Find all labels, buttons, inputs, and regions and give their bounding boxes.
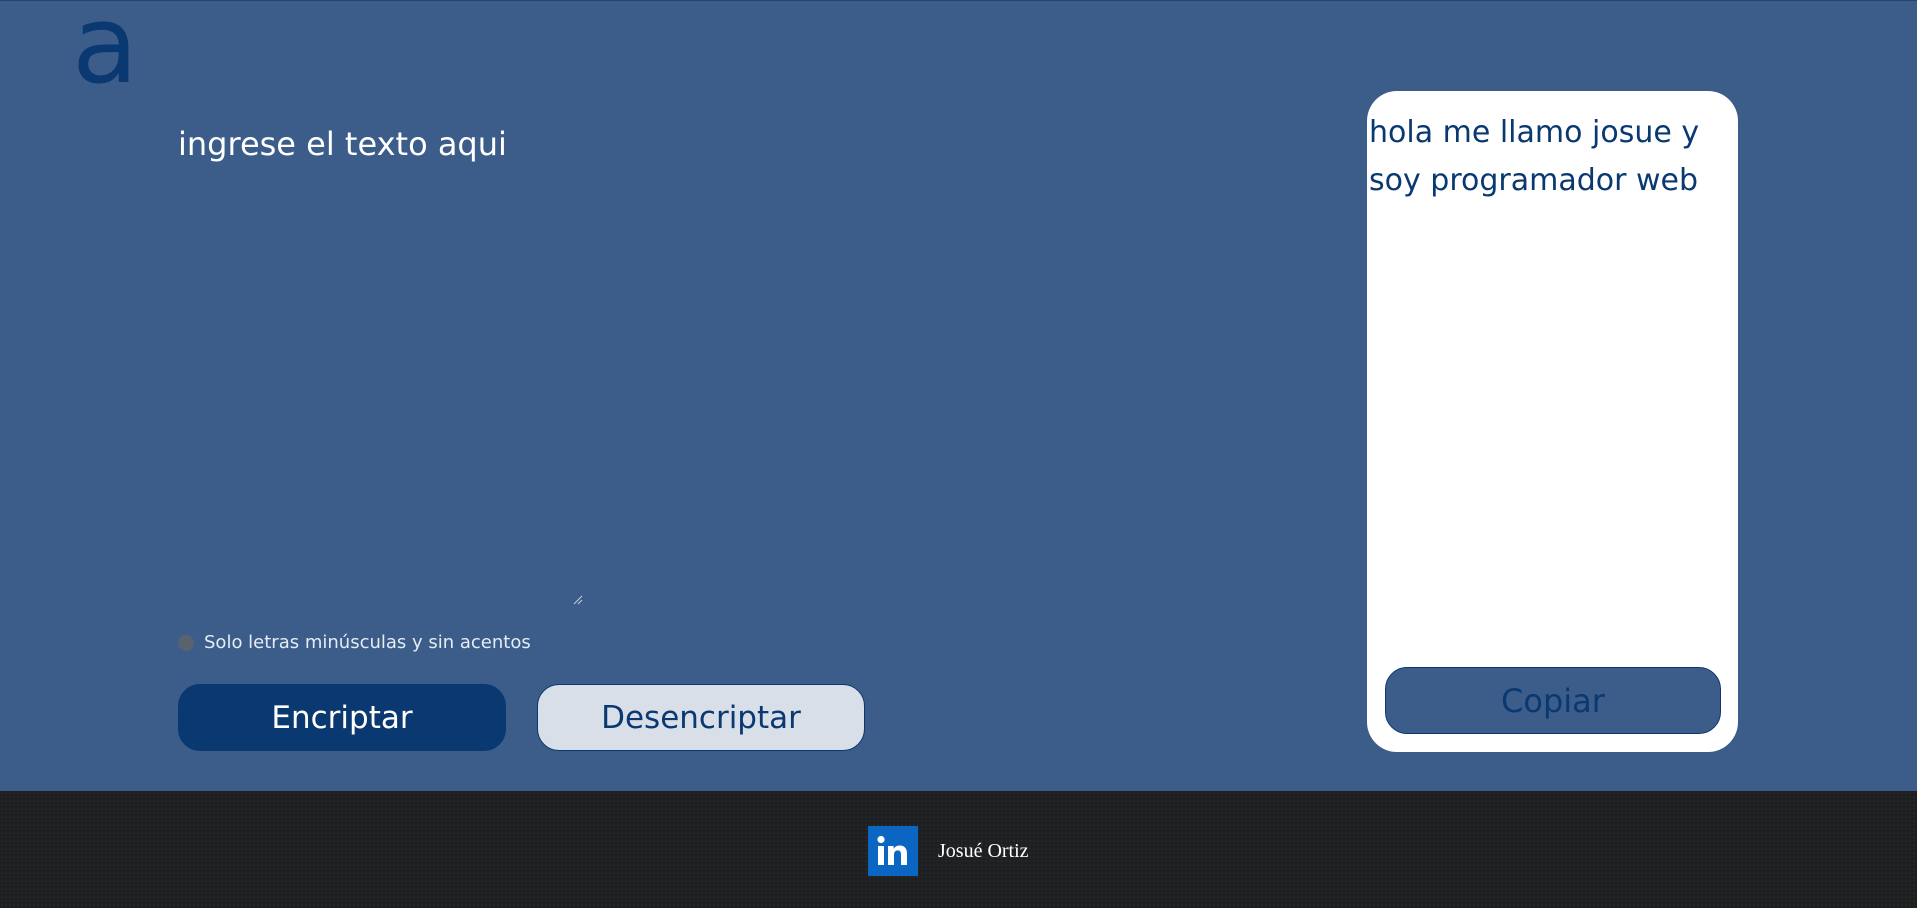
- output-text: hola me llamo josue y soy programador we…: [1369, 115, 1700, 198]
- info-icon: [178, 634, 194, 651]
- top-border: [0, 0, 1917, 1]
- hint-text: Solo letras minúsculas y sin acentos: [204, 632, 531, 653]
- output-panel: hola me llamo josue y soy programador we…: [1367, 91, 1738, 752]
- copy-button[interactable]: Copiar: [1385, 667, 1721, 734]
- linkedin-icon[interactable]: [868, 826, 918, 876]
- text-input[interactable]: [178, 120, 583, 606]
- resize-grip-icon[interactable]: [573, 595, 583, 605]
- logo[interactable]: a: [72, 0, 138, 100]
- author-name[interactable]: Josué Ortiz: [938, 840, 1029, 863]
- footer: Josué Ortiz: [0, 791, 1917, 908]
- decrypt-button[interactable]: Desencriptar: [537, 684, 865, 751]
- footer-link[interactable]: Josué Ortiz: [868, 826, 1029, 876]
- encrypt-button[interactable]: Encriptar: [178, 684, 506, 751]
- input-hint: Solo letras minúsculas y sin acentos: [178, 632, 531, 653]
